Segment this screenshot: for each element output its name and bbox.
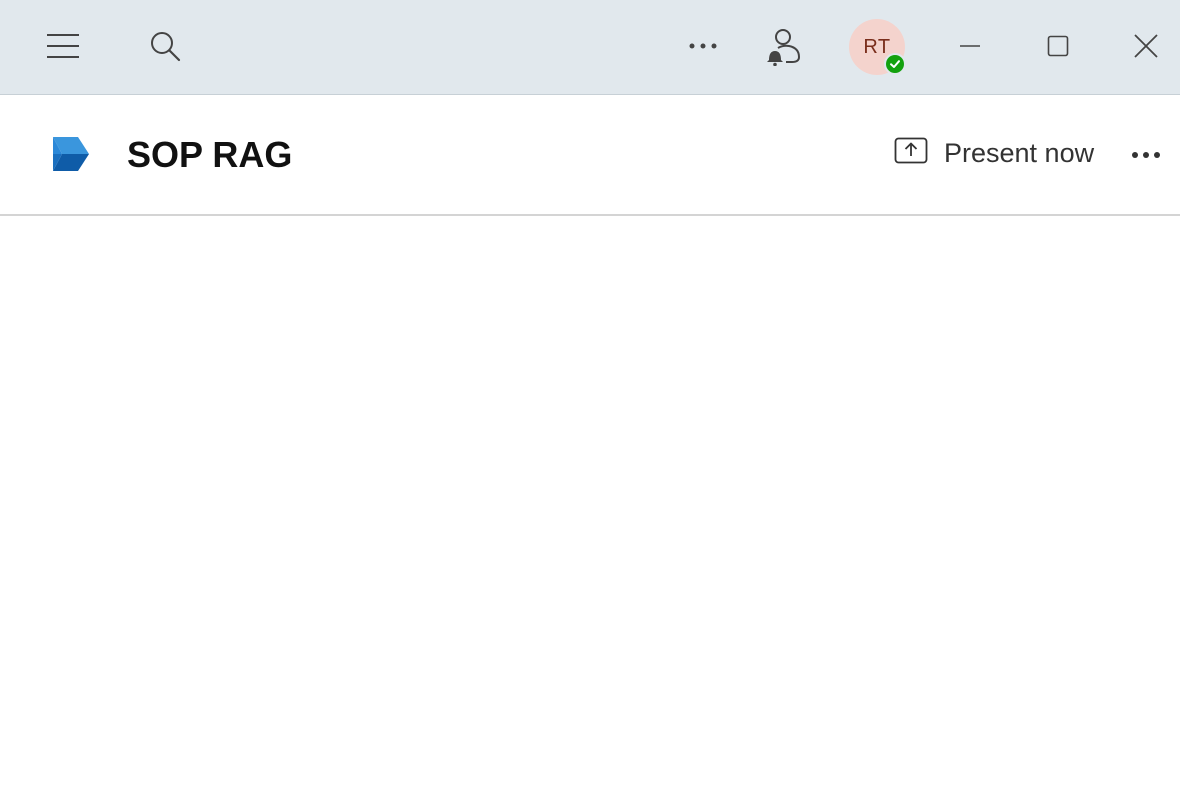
share-screen-icon [894, 137, 928, 170]
avatar[interactable]: RT [849, 19, 906, 75]
more-horizontal-icon[interactable] [680, 26, 726, 66]
present-now-label: Present now [944, 137, 1095, 168]
more-horizontal-icon[interactable] [1124, 135, 1168, 175]
minimize-icon[interactable] [946, 26, 994, 66]
maximize-icon[interactable] [1034, 26, 1082, 66]
search-icon[interactable] [142, 26, 188, 66]
title-bar: RT [0, 0, 1180, 95]
close-icon[interactable] [1122, 26, 1170, 66]
person-bell-icon[interactable] [758, 24, 804, 68]
page-title: SOP RAG [127, 134, 293, 175]
present-now-button[interactable]: Present now [894, 131, 1094, 175]
main-content-area [0, 217, 1180, 796]
app-window: RT SOP RAG Present now [0, 0, 1180, 796]
power-automate-logo-icon [50, 135, 92, 175]
hamburger-icon[interactable] [40, 26, 86, 66]
status-available-icon [884, 53, 906, 75]
app-header: SOP RAG Present now [0, 95, 1180, 216]
